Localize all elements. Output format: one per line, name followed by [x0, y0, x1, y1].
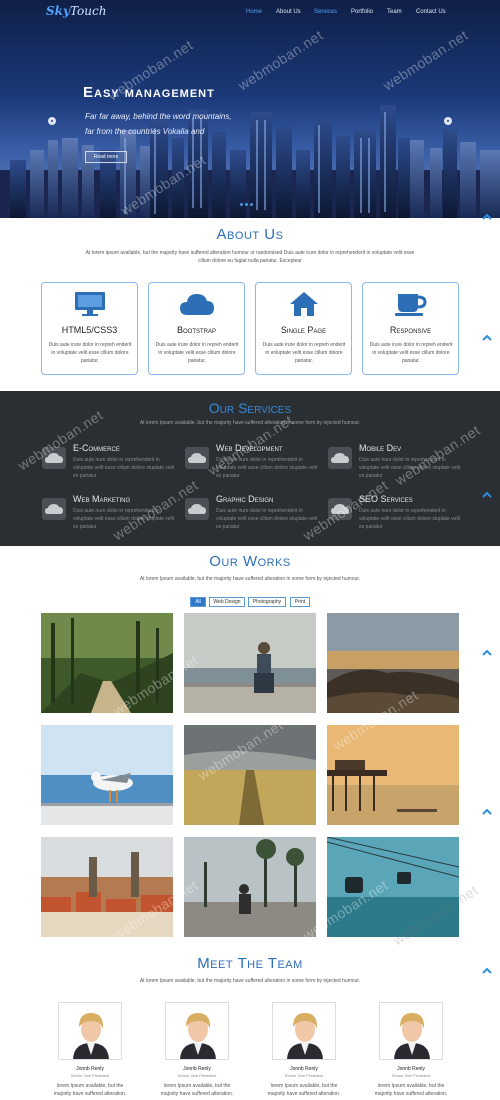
team-title: Meet The Team: [197, 955, 303, 972]
member-role: Senior Vice President: [177, 1073, 217, 1078]
services-title: Our Services: [208, 400, 292, 416]
slider-prev-icon[interactable]: [48, 117, 56, 125]
monitor-icon: [74, 292, 105, 316]
slider-dots: [240, 193, 255, 211]
service-name: E-Commerce: [73, 443, 120, 453]
filter-print-button[interactable]: Print: [290, 597, 310, 607]
member-desc-line: lorem Ipsum available, but the: [270, 1083, 338, 1089]
read-more-button[interactable]: Read more: [85, 151, 127, 163]
feature-card-html5: HTML5/CSS3 Duis aute irure dolor in repr…: [41, 282, 138, 375]
feature-name: HTML5/CSS3: [61, 325, 118, 335]
hero-subtitle-line2: far from the countries Vokalia and: [85, 127, 205, 136]
slider-dot[interactable]: [245, 203, 248, 206]
feature-name: Responsive: [389, 325, 432, 335]
hero-title: Easy management: [83, 84, 215, 101]
home-icon: [289, 292, 318, 316]
about-title: About Us: [216, 226, 284, 243]
filter-web-design-button[interactable]: Web Design: [209, 597, 245, 607]
feature-card-single-page: Single Page Duis aute irure dolor in rep…: [255, 282, 352, 375]
works-text: At lorem Ipsum available, but the majori…: [139, 576, 361, 582]
feature-desc: Duis aute irure dolor in repreh enderit …: [155, 342, 239, 364]
hero-slider: SkyTouch Home About Us Services Portfoli…: [0, 0, 500, 218]
works-title: Our Works: [209, 553, 291, 570]
member-name: Jonnb Renly: [183, 1066, 211, 1072]
scroll-up-icon[interactable]: [482, 491, 492, 499]
portfolio-item-beach-person[interactable]: [184, 613, 316, 713]
feature-desc: Duis aute irure dolor in repreh enderit …: [262, 342, 346, 364]
slider-dot[interactable]: [240, 203, 243, 206]
cloud-icon: [42, 498, 66, 520]
city-skyline-image: [0, 105, 500, 218]
nav-contact[interactable]: Contact Us: [416, 9, 446, 15]
feature-name: Bootstrap: [176, 325, 216, 335]
member-desc-line: majority have suffered alteration.: [267, 1091, 341, 1097]
brand-logo[interactable]: SkyTouch: [46, 4, 106, 18]
about-text-line2: cillum dolore eu fugiat nulla pariatur. …: [198, 258, 302, 264]
feature-card-responsive: Responsive Duis aute irure dolor in repr…: [362, 282, 459, 375]
member-name: Jonnb Renly: [397, 1066, 425, 1072]
cloud-icon: [179, 294, 214, 315]
service-desc: Duis aute irure dolor in reprehenderit i…: [359, 508, 461, 530]
member-desc-line: majority have suffered alteration.: [53, 1091, 127, 1097]
member-name: Jonnb Renly: [290, 1066, 318, 1072]
brand-part2: Touch: [69, 4, 107, 18]
service-item: Graphic Design Duis aute irure dolor in …: [185, 494, 320, 534]
nav-about[interactable]: About Us: [276, 9, 301, 15]
member-role: Senior Vice President: [284, 1073, 324, 1078]
team-member-photo: [379, 1002, 443, 1060]
portfolio-item-skater[interactable]: [184, 837, 316, 937]
scroll-up-icon[interactable]: [482, 649, 492, 657]
about-text-line1: At lorem ipsum available, but the majori…: [85, 250, 415, 256]
service-name: Mobile Dev: [359, 443, 402, 453]
slider-dot[interactable]: [250, 203, 253, 206]
member-desc: lorem Ipsum available, but the majority h…: [366, 1082, 456, 1098]
hero-subtitle-line1: Far far away, behind the word mountains,: [85, 112, 232, 121]
member-desc-line: lorem Ipsum available, but the: [377, 1083, 445, 1089]
member-role: Senior Vice President: [391, 1073, 431, 1078]
nav-services[interactable]: Services: [314, 9, 337, 15]
portfolio-item-city-rooftops[interactable]: [41, 837, 173, 937]
feature-desc: Duis aute irure dolor in repreh enderit …: [369, 342, 453, 364]
navbar: SkyTouch Home About Us Services Portfoli…: [0, 0, 500, 26]
feature-card-bootstrap: Bootstrap Duis aute irure dolor in repre…: [148, 282, 245, 375]
scroll-up-icon[interactable]: [482, 213, 492, 221]
cloud-icon: [328, 447, 352, 469]
portfolio-item-forest[interactable]: [41, 613, 173, 713]
slider-next-icon[interactable]: [444, 117, 452, 125]
member-desc-line: lorem Ipsum available, but the: [163, 1083, 231, 1089]
member-desc: lorem Ipsum available, but the majority h…: [45, 1082, 135, 1098]
feature-name: Single Page: [280, 325, 327, 335]
service-name: Graphic Design: [216, 494, 274, 504]
member-role: Senior Vice President: [70, 1073, 110, 1078]
brand-part1: Sky: [46, 4, 70, 18]
filter-photography-button[interactable]: Photography: [248, 597, 286, 607]
team-member-photo: [58, 1002, 122, 1060]
cloud-icon: [185, 498, 209, 520]
service-item: E-Commerce Duis aute irure dolor in repr…: [42, 443, 177, 483]
member-desc-line: majority have suffered alteration.: [160, 1091, 234, 1097]
member-name: Jonnb Renly: [76, 1066, 104, 1072]
team-member-photo: [272, 1002, 336, 1060]
feature-desc: Duis aute irure dolor in repreh enderit …: [48, 342, 132, 364]
scroll-up-icon[interactable]: [482, 334, 492, 342]
portfolio-item-seagull[interactable]: [41, 725, 173, 825]
team-text: At lorem Ipsum available, but the majori…: [139, 978, 361, 984]
member-desc-line: lorem Ipsum available, but the: [56, 1083, 124, 1089]
nav-home[interactable]: Home: [246, 9, 262, 15]
scroll-up-icon[interactable]: [482, 808, 492, 816]
nav-team[interactable]: Team: [387, 9, 402, 15]
service-desc: Duis aute irure dolor in reprehenderit i…: [73, 457, 175, 479]
nav-portfolio[interactable]: Portfolio: [351, 9, 373, 15]
service-name: Web Marketing: [73, 494, 131, 504]
member-desc: lorem Ipsum available, but the majority h…: [152, 1082, 242, 1098]
team-member-photo: [165, 1002, 229, 1060]
member-desc: lorem Ipsum available, but the majority h…: [259, 1082, 349, 1098]
filter-all-button[interactable]: All: [190, 597, 206, 607]
member-desc-line: majority have suffered alteration.: [374, 1091, 448, 1097]
coffee-cup-icon: [394, 294, 427, 316]
